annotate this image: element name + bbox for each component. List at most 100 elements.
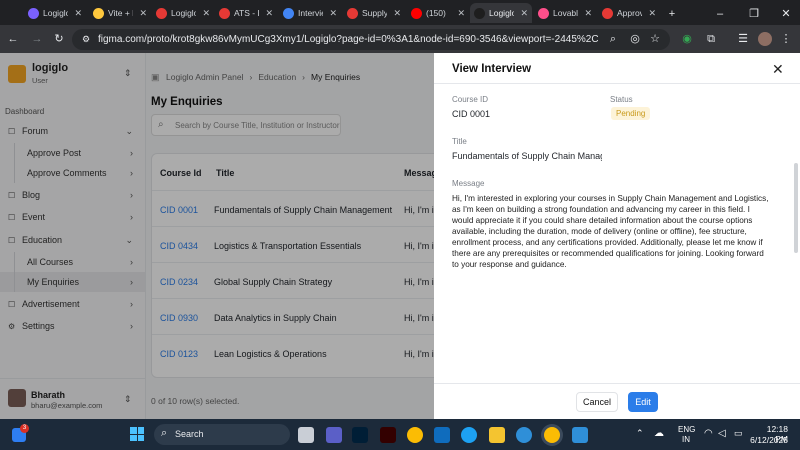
tab-favicon [411,7,422,19]
tab-close-icon[interactable]: ✕ [520,8,528,19]
tab-title: Logiglo [43,8,69,18]
illustrator-icon[interactable] [380,427,396,443]
tab-close-icon[interactable]: ✕ [584,8,592,19]
reload-icon[interactable]: ↻ [52,32,66,46]
bookmark-star-icon[interactable]: ☆ [648,32,662,46]
site-info-icon[interactable]: ⚙ [80,32,92,46]
back-icon[interactable]: ← [6,32,20,46]
browser-tab[interactable]: Supply Chain ✕ [343,3,405,23]
app-icon[interactable] [516,427,532,443]
taskbar: 3 ⌕ Search ⌃ ☁ ENG IN ◠ ◁ ▭ 12:18 PM 6/1… [0,419,800,450]
extensions-puzzle-icon[interactable]: ⧉ [704,32,718,46]
course-id-value: CID 0001 [452,109,491,119]
zoom-icon[interactable]: ⌕ [606,32,620,46]
tab-close-icon[interactable]: ✕ [265,8,273,19]
status-label: Status [610,95,633,104]
search-icon: ⌕ [161,427,168,439]
eye-off-icon[interactable]: ◎ [628,32,642,46]
tab-favicon [219,7,230,19]
message-text: Hi, I'm interested in exploring your cou… [452,194,769,269]
tab-title: Logiglo [489,8,515,18]
extension-icon[interactable]: ◉ [680,32,694,46]
title-label: Title [452,137,467,146]
tab-close-icon[interactable]: ✕ [202,8,210,19]
title-value: Fundamentals of Supply Chain Managem [452,151,602,161]
address-bar[interactable]: ⚙ figma.com/proto/krot8gkw86vMymUCg3Xmy1… [72,29,670,50]
browser-tab[interactable]: Interview ✕ [279,3,341,23]
close-icon[interactable]: ✕ [772,61,784,78]
cloud-icon[interactable]: ☁ [654,428,664,439]
taskbar-search[interactable]: ⌕ Search [154,424,290,445]
edit-button[interactable]: Edit [628,392,658,412]
tab-title: ATS - Logiglo [234,8,259,18]
folder-icon[interactable] [489,427,505,443]
tab-favicon [602,7,613,19]
cancel-button[interactable]: Cancel [576,392,618,412]
tab-search-icon[interactable]: ☰ [736,32,750,46]
file-manager-icon[interactable] [298,427,314,443]
chrome-active-icon[interactable] [544,427,560,443]
browser-tab[interactable]: (150) ✕ [407,3,469,23]
volume-icon[interactable]: ◁ [718,428,726,439]
course-id-label: Course ID [452,95,489,104]
tab-favicon [347,7,358,19]
url-text: figma.com/proto/krot8gkw86vMymUCg3Xmy1/L… [98,34,598,45]
notification-badge: 3 [20,424,29,433]
tab-title: Lovable [553,8,579,18]
status-badge: Pending [611,107,651,120]
window-close-icon[interactable]: ✕ [780,7,792,21]
modal-title: View Interview [452,63,532,75]
region-label[interactable]: IN [682,435,690,444]
language-label[interactable]: ENG [678,425,695,434]
windows-start-icon[interactable] [130,427,144,441]
browser-tab[interactable]: Lovable ✕ [534,3,596,23]
tab-close-icon[interactable]: ✕ [139,8,147,19]
maximize-icon[interactable]: ❐ [748,7,760,21]
browser-tab[interactable]: Logiglo ✕ [24,3,86,23]
photoshop-icon[interactable] [352,427,368,443]
new-tab-icon[interactable]: + [666,7,678,21]
message-label: Message [452,179,485,188]
forward-icon[interactable]: → [30,32,44,46]
outlook-icon[interactable] [434,427,450,443]
minimize-icon[interactable]: – [714,7,726,21]
tab-title: Vite + React [108,8,133,18]
tab-title: Supply Chain [362,8,388,18]
tab-close-icon[interactable]: ✕ [648,8,656,19]
tab-favicon [538,7,549,19]
clock-date[interactable]: 6/12/2025 [750,435,788,445]
teams-icon[interactable] [326,427,342,443]
tab-favicon [283,7,294,19]
tab-title: Logiglo [171,8,197,18]
browser-tab[interactable]: Logiglo ✕ [470,3,532,23]
tab-close-icon[interactable]: ✕ [329,8,337,19]
browser-tab[interactable]: ATS - Logiglo ✕ [215,3,277,23]
tab-favicon [474,7,485,19]
tab-favicon [93,7,104,19]
tab-title: (150) [426,8,446,18]
battery-icon[interactable]: ▭ [734,428,743,439]
view-interview-modal: View Interview ✕ Course ID CID 0001 Stat… [434,53,800,419]
browser-tab[interactable]: Vite + React ✕ [89,3,151,23]
browser-tab[interactable]: Approve ✕ [598,3,660,23]
tab-favicon [156,7,167,19]
tab-title: Approve [617,8,643,18]
app-icon[interactable] [572,427,588,443]
tray-chevron-icon[interactable]: ⌃ [636,428,644,439]
tab-title: Interview [298,8,323,18]
taskbar-search-label: Search [175,429,204,439]
modal-footer-divider [434,383,800,384]
tab-favicon [28,7,39,19]
chrome-icon[interactable] [407,427,423,443]
browser-menu-icon[interactable]: ⋮ [780,32,792,46]
profile-avatar[interactable] [758,32,772,46]
tab-close-icon[interactable]: ✕ [74,8,82,19]
modal-divider [434,83,800,84]
browser-tab[interactable]: Logiglo ✕ [152,3,214,23]
tab-close-icon[interactable]: ✕ [457,8,465,19]
app-viewport: logiglo User ⇕ Dashboard ☐ Forum ⌄ Approve … [0,53,800,419]
app-icon[interactable] [461,427,477,443]
modal-scrollbar[interactable] [794,163,798,253]
wifi-icon[interactable]: ◠ [704,428,713,439]
tab-close-icon[interactable]: ✕ [393,8,401,19]
